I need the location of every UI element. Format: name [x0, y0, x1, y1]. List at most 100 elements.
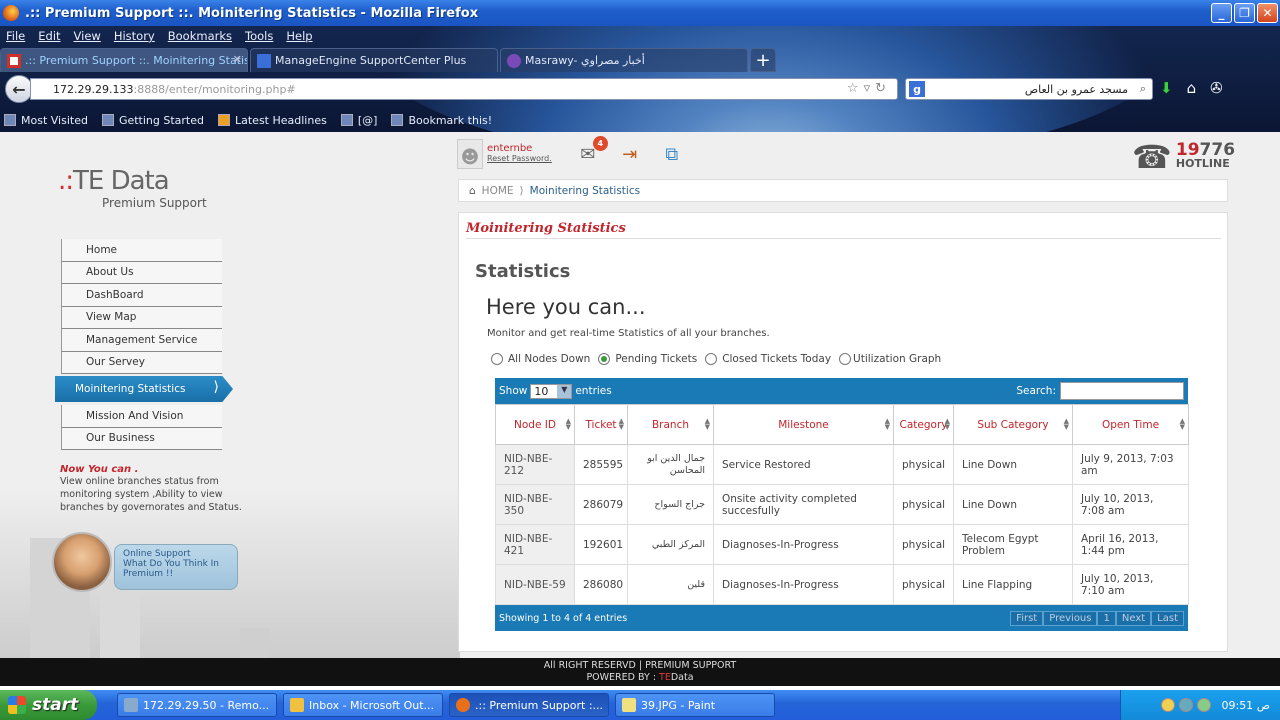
- url-host: 172.29.29.133: [53, 82, 134, 96]
- tab-premium-support[interactable]: .:: Premium Support ::. Moinitering Stat…: [0, 48, 248, 72]
- divider: [466, 238, 1221, 239]
- bookmark-getting-started[interactable]: Getting Started: [101, 114, 204, 127]
- sidebar-item-home[interactable]: Home: [61, 239, 222, 262]
- addon-icon[interactable]: ✇: [1210, 79, 1223, 97]
- back-button[interactable]: ←: [5, 75, 33, 103]
- menu-edit[interactable]: Edit: [38, 29, 60, 43]
- online-support-banner[interactable]: Online Support What Do You Think In Prem…: [52, 532, 242, 594]
- radio-utilization-graph[interactable]: Utilization Graph: [839, 353, 941, 365]
- download-icon[interactable]: ⬇: [1160, 79, 1173, 97]
- sidebar-item-monitoring[interactable]: Moinitering Statistics ⟩: [55, 376, 233, 402]
- column-header[interactable]: Branch ▲ ▼: [627, 404, 714, 445]
- search-icon[interactable]: ⌕: [1134, 82, 1152, 96]
- pager-last-button[interactable]: Last: [1151, 610, 1184, 626]
- column-header[interactable]: Category ▲ ▼: [893, 404, 954, 445]
- bookmark-most-visited[interactable]: Most Visited: [4, 114, 88, 127]
- table-cell: physical: [893, 484, 954, 525]
- tab-close-icon[interactable]: ✕: [233, 53, 242, 66]
- show-label: Show: [499, 385, 528, 397]
- reset-password-link[interactable]: Reset Password.: [487, 154, 552, 164]
- minimize-button[interactable]: _: [1211, 3, 1232, 23]
- messages-icon[interactable]: ✉ 4: [574, 136, 608, 168]
- search-bar[interactable]: g مسجد عمرو بن العاص ⌕: [905, 78, 1153, 100]
- logo-subtitle: Premium Support: [102, 196, 207, 210]
- close-button[interactable]: ✕: [1257, 3, 1278, 23]
- home-icon[interactable]: ⌂: [1187, 79, 1197, 97]
- contacts-icon[interactable]: ⧉: [658, 140, 686, 168]
- sidebar-item-our-business[interactable]: Our Business: [61, 427, 222, 450]
- table-cell: NID-NBE-212: [495, 444, 575, 485]
- table-row[interactable]: NID-NBE-350 286079 جراج السواح Onsite activ…: [495, 484, 1189, 525]
- taskbar-item-remote[interactable]: 172.29.29.50 - Remo...: [117, 693, 277, 717]
- now-you-can-text: View online branches status from monitor…: [60, 476, 242, 513]
- table-row[interactable]: NID-NBE-59 286080 قلين Diagnoses-In-Progres…: [495, 564, 1189, 605]
- sort-icon: ▲ ▼: [1179, 417, 1185, 431]
- bookmark-this[interactable]: Bookmark this!: [391, 114, 492, 127]
- pager-next-button[interactable]: Next: [1115, 610, 1152, 626]
- taskbar-item-firefox[interactable]: .:: Premium Support :...: [449, 693, 609, 717]
- home-icon[interactable]: ⌂: [469, 185, 476, 197]
- table-cell: NID-NBE-350: [495, 484, 575, 525]
- column-header[interactable]: Milestone ▲ ▼: [713, 404, 894, 445]
- radio-pending-tickets[interactable]: Pending Tickets: [598, 353, 697, 365]
- table-cell: 286080: [574, 564, 628, 605]
- menu-bookmarks[interactable]: Bookmarks: [168, 29, 232, 43]
- table-row[interactable]: NID-NBE-421 192601 المركز الطبي Diagnoses-I…: [495, 524, 1189, 565]
- taskbar-item-outlook[interactable]: Inbox - Microsoft Out...: [283, 693, 443, 717]
- table-search-input[interactable]: [1060, 382, 1184, 400]
- radio-closed-tickets-today[interactable]: Closed Tickets Today: [705, 353, 831, 365]
- table-cell: جمال الدين ابو المحاسن: [627, 444, 714, 485]
- username: enternbe: [487, 143, 533, 154]
- table-cell: July 10, 2013, 7:08 am: [1072, 484, 1189, 525]
- sidebar-item-about[interactable]: About Us: [61, 261, 222, 284]
- logout-icon[interactable]: ⇥: [616, 140, 644, 168]
- bookmark-at[interactable]: [@]: [340, 114, 377, 127]
- table-cell: Telecom Egypt Problem: [953, 524, 1073, 565]
- chevron-right-icon: ⟩: [213, 379, 219, 395]
- panel-title: Moinitering Statistics: [466, 221, 626, 236]
- now-you-can: Now You can . View online branches statu…: [60, 464, 245, 514]
- new-tab-button[interactable]: +: [750, 48, 776, 72]
- menu-file[interactable]: File: [6, 29, 25, 43]
- table-row[interactable]: NID-NBE-212 285595 جمال الدين ابو المحاسن S…: [495, 444, 1189, 485]
- pager-1-button[interactable]: 1: [1097, 610, 1116, 626]
- system-tray: 09:51 ص: [1120, 690, 1280, 720]
- menu-history[interactable]: History: [114, 29, 155, 43]
- search-label: Search:: [1016, 385, 1056, 397]
- sidebar-item-our-servey[interactable]: Our Servey: [61, 351, 222, 374]
- pager-first-button[interactable]: First: [1010, 610, 1044, 626]
- tedata-logo[interactable]: .:TE Data Premium Support: [58, 166, 207, 210]
- pager-previous-button[interactable]: Previous: [1043, 610, 1098, 626]
- tray-icon[interactable]: [1197, 698, 1212, 712]
- tray-icon[interactable]: [1161, 698, 1176, 712]
- tickets-table: Show 10 ▼ entries Search: Node ID ▲ ▼ Ticket…: [495, 378, 1189, 631]
- tray-icon[interactable]: [1179, 698, 1194, 712]
- sidebar-item-view-map[interactable]: View Map: [61, 306, 222, 329]
- sidebar-item-dashboard[interactable]: DashBoard: [61, 284, 222, 307]
- here-you-can-heading: Here you can...: [486, 295, 646, 319]
- start-button[interactable]: start: [0, 690, 97, 720]
- tab-masrawy[interactable]: Masrawy- أخبار مصراوي: [500, 48, 748, 72]
- breadcrumb-home[interactable]: HOME: [482, 185, 514, 197]
- table-cell: July 10, 2013, 7:10 am: [1072, 564, 1189, 605]
- column-header[interactable]: Sub Category ▲ ▼: [953, 404, 1073, 445]
- sidebar-item-management-service[interactable]: Management Service: [61, 329, 222, 352]
- bookmark-latest-headlines[interactable]: Latest Headlines: [218, 114, 327, 127]
- description-text: Monitor and get real-time Statistics of …: [487, 328, 770, 339]
- menu-view[interactable]: View: [74, 29, 101, 43]
- sidebar-item-mission[interactable]: Mission And Vision: [61, 405, 222, 428]
- entries-select[interactable]: 10 ▼: [530, 383, 573, 399]
- table-info: Showing 1 to 4 of 4 entries: [499, 612, 628, 624]
- taskbar-item-paint[interactable]: 39.JPG - Paint: [615, 693, 775, 717]
- column-header[interactable]: Ticket ▲ ▼: [574, 404, 628, 445]
- menu-tools[interactable]: Tools: [245, 29, 273, 43]
- menu-help[interactable]: Help: [286, 29, 312, 43]
- bookmark-star-icon[interactable]: ☆▿↻: [847, 81, 891, 96]
- column-header[interactable]: Node ID ▲ ▼: [495, 404, 575, 445]
- maximize-button[interactable]: ❐: [1234, 3, 1255, 23]
- support-line3: Premium !!: [123, 569, 174, 579]
- tab-manageengine[interactable]: ManageEngine SupportCenter Plus: [250, 48, 498, 72]
- radio-all-nodes-down[interactable]: All Nodes Down: [491, 353, 590, 365]
- column-header[interactable]: Open Time ▲ ▼: [1072, 404, 1189, 445]
- url-bar[interactable]: 172.29.29.133:8888/enter/monitoring.php#…: [30, 78, 898, 100]
